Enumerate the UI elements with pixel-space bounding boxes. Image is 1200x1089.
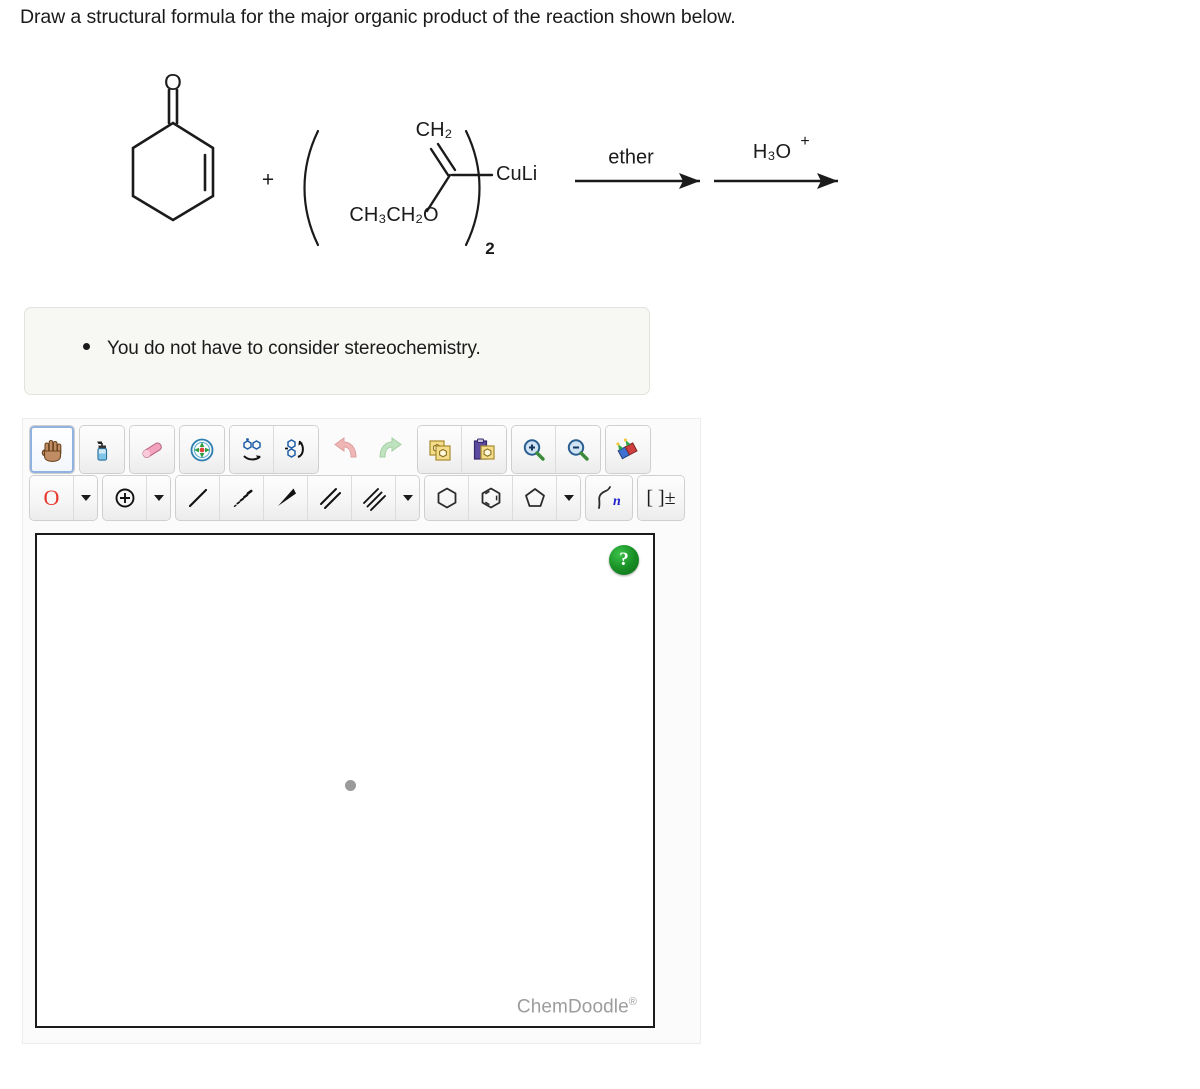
chemdoodle-watermark: ChemDoodle® — [517, 996, 637, 1018]
double-bond-tool[interactable] — [308, 476, 352, 520]
bond-single-icon — [188, 488, 207, 508]
eraser-tool[interactable] — [130, 426, 174, 473]
compass-icon — [190, 438, 214, 461]
eraser-icon — [142, 441, 162, 458]
redo-arrow-icon — [379, 436, 402, 457]
chevron-down-icon — [563, 495, 574, 501]
magnifier-minus-icon — [567, 438, 589, 461]
svg-text:2: 2 — [485, 239, 494, 258]
spray-bottle-icon — [97, 441, 108, 461]
reaction-arrow-2 — [714, 173, 838, 189]
hexagon-icon — [437, 487, 456, 509]
ring-dropdown[interactable] — [557, 476, 580, 520]
reagent-subscript: 2 — [485, 239, 494, 258]
solid-wedge-bond-tool[interactable] — [264, 476, 308, 520]
help-button[interactable]: ? — [609, 545, 639, 575]
bond-triple-icon — [362, 488, 386, 511]
undo-button[interactable] — [324, 426, 368, 473]
registered-mark: ® — [628, 995, 637, 1008]
page-root: Draw a structural formula for the major … — [0, 0, 1200, 1089]
hashed-wedge-bond-tool[interactable] — [220, 476, 264, 520]
atom-label-oxygen-text: O — [43, 485, 60, 510]
flip-vertical-tool[interactable] — [274, 426, 318, 473]
reagent-top-group: CH₂ — [416, 119, 453, 141]
bracket-charge-tool[interactable]: [ ]± — [638, 476, 684, 520]
arrow2-charge-label: + — [800, 133, 809, 150]
drawing-canvas[interactable]: ? ChemDoodle® — [35, 533, 655, 1028]
polymer-n-icon: n — [598, 486, 621, 509]
reagent-bottom-group: CH₃CH₂O — [349, 204, 438, 226]
svg-text:CH₃CH₂O: CH₃CH₂O — [349, 204, 438, 226]
bond-dropdown[interactable] — [396, 476, 419, 520]
toolbar-row-1 — [29, 425, 693, 474]
bullet-icon — [83, 343, 90, 350]
pentagon-icon — [524, 488, 545, 507]
copy-button[interactable] — [418, 426, 462, 473]
magnifier-plus-icon — [523, 438, 545, 461]
charge-plus-icon — [115, 488, 134, 508]
chevron-down-icon — [153, 495, 164, 501]
polymer-n-label: n — [613, 494, 621, 509]
clean-structure-tool[interactable] — [80, 426, 124, 473]
svg-text:CuLi: CuLi — [496, 163, 537, 185]
flip-vertical-icon — [285, 438, 304, 458]
page-title: Draw a structural formula for the major … — [20, 6, 736, 28]
charge-tool[interactable] — [103, 476, 147, 520]
chevron-down-icon — [402, 495, 413, 501]
palette-icon — [616, 437, 638, 459]
svg-text:H₃O: H₃O — [753, 141, 791, 163]
plus-sign: + — [262, 169, 274, 192]
bond-wedge-icon — [277, 488, 296, 506]
paste-button[interactable] — [462, 426, 506, 473]
stereochemistry-note-box: You do not have to consider stereochemis… — [24, 307, 650, 395]
polymer-repeat-tool[interactable]: n — [586, 476, 632, 520]
reaction-scheme: O + CH₂ CH₃CH₂O CuLi 2 ether H₃O + — [0, 48, 900, 273]
paste-icon — [473, 438, 495, 460]
arrow2-label: H₃O — [753, 141, 791, 163]
hand-tool[interactable] — [30, 426, 74, 473]
note-row: You do not have to consider stereochemis… — [83, 338, 481, 360]
zoom-out-button[interactable] — [556, 426, 600, 473]
flip-horizontal-tool[interactable] — [230, 426, 274, 473]
arrow1-label: ether — [608, 146, 654, 168]
redo-button[interactable] — [368, 426, 412, 473]
chemdoodle-sketcher: O n []± ? ChemDoodle® — [22, 418, 701, 1044]
zoom-in-button[interactable] — [512, 426, 556, 473]
ketone-oxygen-label: O — [164, 69, 182, 95]
sketcher-toolbar: O n []± — [29, 425, 693, 521]
reaction-arrow-1 — [575, 173, 700, 189]
note-text: You do not have to consider stereochemis… — [107, 338, 481, 359]
center-tool[interactable] — [180, 426, 224, 473]
single-bond-tool[interactable] — [176, 476, 220, 520]
atom-label-oxygen-tool[interactable]: O — [30, 476, 74, 520]
copy-icon — [428, 439, 451, 461]
templates-button[interactable] — [606, 426, 650, 473]
benzene-ring-tool[interactable] — [469, 476, 513, 520]
svg-text:CH₂: CH₂ — [416, 119, 453, 141]
charge-dropdown[interactable] — [147, 476, 170, 520]
cyclohexane-ring-tool[interactable] — [425, 476, 469, 520]
cyclopentane-ring-tool[interactable] — [513, 476, 557, 520]
canvas-center-dot — [345, 780, 356, 791]
bracket-charge-label: [ ]± — [646, 487, 676, 509]
chevron-down-icon — [80, 495, 91, 501]
atom-label-dropdown[interactable] — [74, 476, 97, 520]
benzene-icon — [481, 487, 500, 509]
toolbar-row-2: O n []± — [29, 475, 693, 521]
triple-bond-tool[interactable] — [352, 476, 396, 520]
watermark-text: ChemDoodle — [516, 996, 629, 1017]
bond-double-icon — [319, 488, 341, 509]
svg-text:+: + — [800, 133, 809, 150]
hand-icon — [41, 439, 62, 462]
reagent-metal-label: CuLi — [496, 163, 537, 185]
undo-arrow-icon — [334, 436, 357, 457]
flip-horizontal-icon — [242, 437, 261, 460]
bond-hashed-icon — [233, 489, 253, 507]
